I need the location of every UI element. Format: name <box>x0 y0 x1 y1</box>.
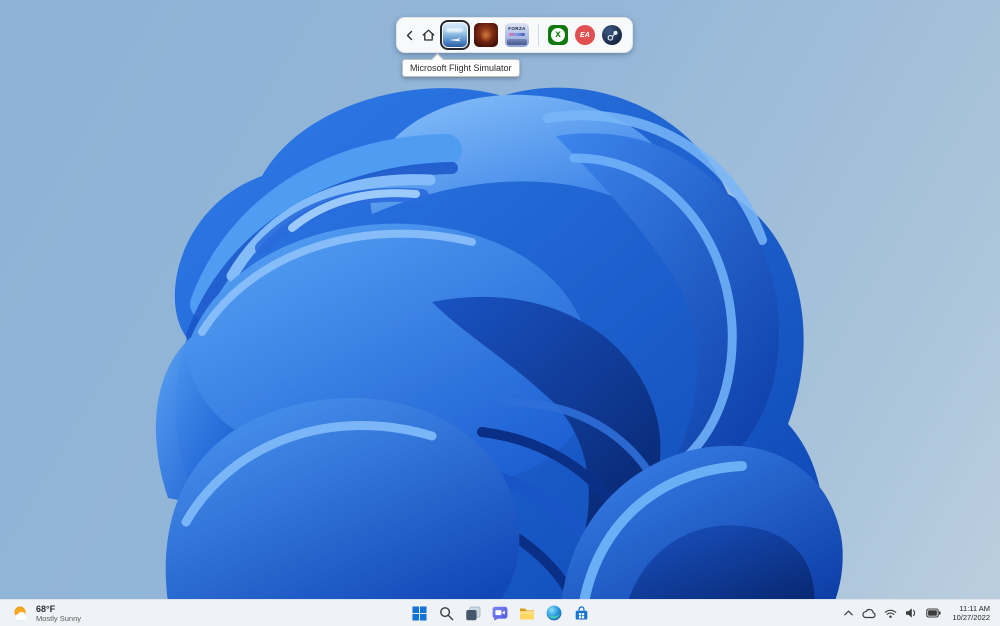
game-tile-red-icon[interactable] <box>474 23 498 47</box>
steam-icon[interactable] <box>602 25 622 45</box>
ea-label: EA <box>579 31 591 39</box>
clock[interactable]: 11:11 AM 10/27/2022 <box>946 604 996 623</box>
edge-button[interactable] <box>542 601 566 625</box>
wifi-icon[interactable] <box>881 601 900 625</box>
file-explorer-button[interactable] <box>515 601 539 625</box>
edge-icon <box>546 605 562 621</box>
clock-date: 10/27/2022 <box>952 613 990 622</box>
msfs-plane-art <box>449 37 461 42</box>
onedrive-icon[interactable] <box>859 601 879 625</box>
chat-icon <box>492 606 508 621</box>
weather-text: 68°F Mostly Sunny <box>36 604 81 623</box>
bloom-wallpaper <box>155 87 843 626</box>
clock-time: 11:11 AM <box>959 603 990 613</box>
microsoft-store-icon <box>575 605 587 619</box>
xbox-sphere-art: x <box>551 28 565 42</box>
start-button[interactable] <box>407 601 431 625</box>
game-launcher-bar: FORZA x EA <box>396 17 633 53</box>
task-view-icon <box>466 606 481 620</box>
taskbar-center-icons <box>407 600 593 626</box>
weather-temperature: 68°F <box>36 603 56 614</box>
game-tile-red-art <box>481 29 491 41</box>
xbox-icon[interactable]: x <box>548 25 568 45</box>
desktop: FORZA x EA Microsoft Flight Simulator 68… <box>0 0 1000 626</box>
battery-icon[interactable] <box>923 601 944 625</box>
back-chevron-icon[interactable] <box>405 30 414 41</box>
game-bar-separator <box>538 24 539 46</box>
system-tray: 11:11 AM 10/27/2022 <box>840 600 996 626</box>
ea-app-icon[interactable]: EA <box>575 25 595 45</box>
search-button[interactable] <box>434 601 458 625</box>
steam-logo-art <box>607 30 618 41</box>
file-explorer-icon <box>520 608 534 620</box>
forza-streak-art <box>509 33 525 36</box>
weather-condition: Mostly Sunny <box>36 613 82 623</box>
start-icon <box>411 605 427 621</box>
chat-button[interactable] <box>488 601 512 625</box>
forza-label: FORZA <box>508 26 526 31</box>
task-view-button[interactable] <box>461 601 485 625</box>
microsoft-flight-simulator-icon[interactable] <box>440 20 470 50</box>
tooltip: Microsoft Flight Simulator <box>402 59 520 77</box>
forza-ground-art <box>507 39 527 45</box>
hidden-icons-chevron-icon[interactable] <box>840 601 857 625</box>
weather-widget[interactable]: 68°F Mostly Sunny <box>6 600 87 626</box>
search-icon <box>439 606 453 620</box>
forza-icon[interactable]: FORZA <box>505 23 529 47</box>
msfs-cloud-art <box>446 28 463 32</box>
home-icon[interactable] <box>421 28 436 42</box>
volume-icon[interactable] <box>902 601 921 625</box>
taskbar: 68°F Mostly Sunny 11:11 AM 10/27/2022 <box>0 599 1000 626</box>
weather-sun-cloud-icon <box>14 606 28 621</box>
microsoft-store-button[interactable] <box>569 601 593 625</box>
